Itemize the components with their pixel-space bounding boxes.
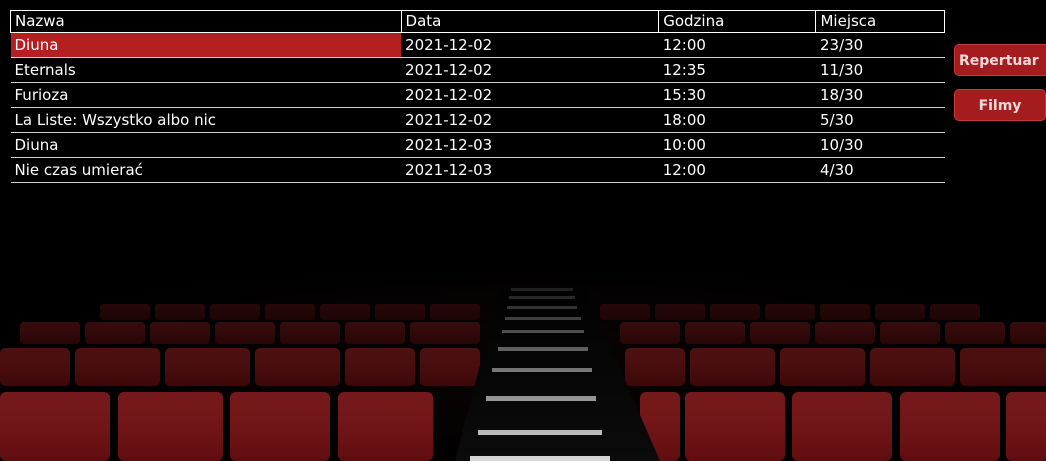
- app-window: Nazwa Data Godzina Miejsca Diuna 2021-12…: [0, 0, 1046, 461]
- column-header-date[interactable]: Data: [400, 10, 660, 33]
- screenings-table: Nazwa Data Godzina Miejsca Diuna 2021-12…: [10, 10, 945, 183]
- cell-seats[interactable]: 5/30: [815, 107, 945, 133]
- films-button[interactable]: Filmy: [954, 89, 1046, 121]
- table-header: Nazwa Data Godzina Miejsca: [10, 10, 945, 33]
- cell-name[interactable]: Eternals: [10, 57, 402, 83]
- cell-date[interactable]: 2021-12-02: [401, 107, 659, 133]
- cell-seats[interactable]: 4/30: [815, 157, 945, 183]
- cinema-hall-background: [0, 260, 1046, 461]
- cell-time[interactable]: 15:30: [658, 82, 816, 108]
- column-header-time[interactable]: Godzina: [658, 10, 817, 33]
- cell-time[interactable]: 12:00: [658, 32, 816, 58]
- table-row[interactable]: Diuna 2021-12-02 12:00 23/30: [10, 32, 945, 58]
- cell-seats[interactable]: 10/30: [815, 132, 945, 158]
- column-header-seats[interactable]: Miejsca: [815, 10, 945, 33]
- column-header-name[interactable]: Nazwa: [10, 10, 402, 33]
- table-body: Diuna 2021-12-02 12:00 23/30 Eternals 20…: [10, 32, 945, 183]
- cell-date[interactable]: 2021-12-02: [401, 82, 659, 108]
- cell-time[interactable]: 12:00: [658, 157, 816, 183]
- cell-seats[interactable]: 18/30: [815, 82, 945, 108]
- cell-name[interactable]: La Liste: Wszystko albo nic: [10, 107, 402, 133]
- cell-time[interactable]: 18:00: [658, 107, 816, 133]
- table-row[interactable]: Nie czas umierać 2021-12-03 12:00 4/30: [10, 157, 945, 183]
- table-row[interactable]: Diuna 2021-12-03 10:00 10/30: [10, 132, 945, 158]
- cell-date[interactable]: 2021-12-03: [401, 157, 659, 183]
- cell-time[interactable]: 10:00: [658, 132, 816, 158]
- cell-seats[interactable]: 23/30: [815, 32, 945, 58]
- table-row[interactable]: La Liste: Wszystko albo nic 2021-12-02 1…: [10, 107, 945, 133]
- cell-seats[interactable]: 11/30: [815, 57, 945, 83]
- cell-name[interactable]: Diuna: [10, 32, 402, 58]
- table-row[interactable]: Furioza 2021-12-02 15:30 18/30: [10, 82, 945, 108]
- table-row[interactable]: Eternals 2021-12-02 12:35 11/30: [10, 57, 945, 83]
- cell-date[interactable]: 2021-12-02: [401, 32, 659, 58]
- cell-time[interactable]: 12:35: [658, 57, 816, 83]
- cell-date[interactable]: 2021-12-02: [401, 57, 659, 83]
- cell-name[interactable]: Diuna: [10, 132, 402, 158]
- cell-name[interactable]: Furioza: [10, 82, 402, 108]
- cell-date[interactable]: 2021-12-03: [401, 132, 659, 158]
- cinema-seats-image: [0, 260, 1046, 461]
- repertoire-button[interactable]: Repertuar: [954, 44, 1046, 76]
- cell-name[interactable]: Nie czas umierać: [10, 157, 402, 183]
